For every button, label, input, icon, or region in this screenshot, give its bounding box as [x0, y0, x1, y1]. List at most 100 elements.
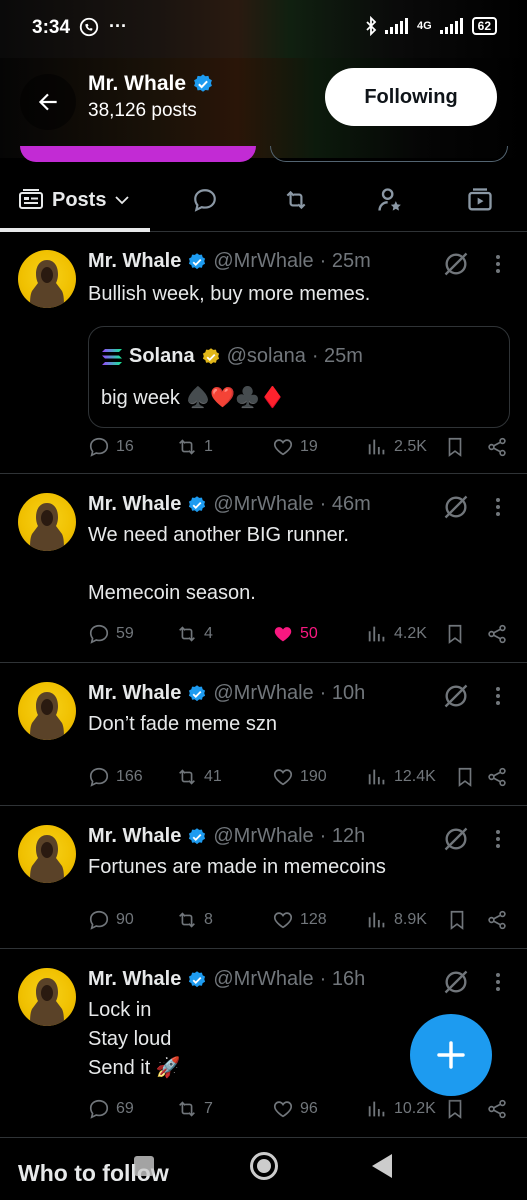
- tweet[interactable]: Mr. Whale @MrWhale · 25m Bullish week, b…: [0, 232, 527, 474]
- repost-count: 41: [204, 768, 222, 785]
- chevron-down-icon: [115, 196, 130, 205]
- reply-button[interactable]: 69: [88, 1094, 134, 1124]
- author-name[interactable]: Mr. Whale: [88, 250, 181, 273]
- grok-icon[interactable]: [442, 825, 470, 853]
- more-icon[interactable]: [490, 252, 506, 276]
- compose-button[interactable]: [410, 1014, 492, 1096]
- avatar[interactable]: [18, 825, 76, 883]
- repost-button[interactable]: 41: [176, 762, 222, 792]
- tab-replies[interactable]: [192, 172, 218, 228]
- share-button[interactable]: [486, 905, 508, 935]
- reply-button[interactable]: 59: [88, 619, 134, 649]
- share-button[interactable]: [486, 762, 508, 792]
- status-bar: 3:34 ··· 4G 62: [0, 0, 527, 58]
- like-button[interactable]: 190: [272, 762, 327, 792]
- tab-media[interactable]: [466, 172, 494, 228]
- author-handle[interactable]: @MrWhale: [213, 825, 313, 848]
- repost-button[interactable]: 8: [176, 905, 213, 935]
- reply-count: 59: [116, 625, 134, 642]
- more-icon[interactable]: [490, 970, 506, 994]
- signal-2-icon: [439, 18, 463, 34]
- bookmark-button[interactable]: [444, 432, 466, 462]
- more-icon[interactable]: [490, 495, 506, 519]
- share-button[interactable]: [486, 432, 508, 462]
- bookmark-button[interactable]: [444, 1094, 466, 1124]
- author-name[interactable]: Mr. Whale: [88, 825, 181, 848]
- share-button[interactable]: [486, 619, 508, 649]
- bookmark-button[interactable]: [454, 762, 476, 792]
- like-button[interactable]: 50: [272, 619, 318, 649]
- more-icon[interactable]: [490, 827, 506, 851]
- views-button[interactable]: 8.9K: [366, 905, 427, 935]
- grok-icon[interactable]: [442, 682, 470, 710]
- author-name[interactable]: Mr. Whale: [88, 968, 181, 991]
- repost-button[interactable]: 7: [176, 1094, 213, 1124]
- quoted-tweet[interactable]: Solana @solana · 25m big week ♠️❤️♣️♦️: [88, 326, 510, 428]
- profile-secondary-button[interactable]: [270, 146, 508, 162]
- like-button[interactable]: 128: [272, 905, 327, 935]
- tweet-text: Bullish week, buy more memes.: [88, 283, 371, 305]
- avatar[interactable]: [18, 493, 76, 551]
- repost-button[interactable]: 4: [176, 619, 213, 649]
- tab-reposts[interactable]: [282, 172, 310, 228]
- author-handle[interactable]: @MrWhale: [213, 682, 313, 705]
- repost-icon: [179, 626, 195, 642]
- back-button[interactable]: [20, 74, 76, 130]
- tweet-actions: 16 1 19 2.5K: [88, 432, 508, 462]
- reply-button[interactable]: 166: [88, 762, 143, 792]
- tweet-text-line: [88, 550, 349, 579]
- bookmark-button[interactable]: [444, 619, 466, 649]
- views-button[interactable]: 4.2K: [366, 619, 427, 649]
- view-count: 10.2K: [394, 1100, 436, 1117]
- bookmark-button[interactable]: [446, 905, 468, 935]
- repost-icon: [179, 1101, 195, 1117]
- tweet-time[interactable]: · 10h: [320, 682, 366, 705]
- share-button[interactable]: [486, 1094, 508, 1124]
- author-name[interactable]: Mr. Whale: [88, 682, 181, 705]
- grok-icon[interactable]: [442, 493, 470, 521]
- tweet-time[interactable]: · 12h: [320, 825, 366, 848]
- tweet[interactable]: Mr. Whale @MrWhale · 10h Don’t fade meme…: [0, 664, 527, 806]
- author-handle[interactable]: @MrWhale: [213, 493, 313, 516]
- following-button[interactable]: Following: [325, 68, 497, 126]
- author-handle[interactable]: @MrWhale: [213, 250, 313, 273]
- reply-button[interactable]: 16: [88, 432, 134, 462]
- like-count: 50: [300, 625, 318, 642]
- profile-header: Mr. Whale 38,126 posts Following: [0, 58, 527, 162]
- tweet[interactable]: Mr. Whale @MrWhale · 46m We need another…: [0, 475, 527, 663]
- verified-icon: [194, 74, 212, 92]
- home-button[interactable]: [250, 1152, 278, 1180]
- more-icon[interactable]: [490, 684, 506, 708]
- reply-count: 166: [116, 768, 143, 785]
- tab-posts[interactable]: Posts: [18, 172, 130, 228]
- views-button[interactable]: 12.4K: [366, 762, 436, 792]
- tab-highlights[interactable]: [376, 172, 404, 228]
- avatar[interactable]: [18, 250, 76, 308]
- avatar[interactable]: [18, 682, 76, 740]
- like-button[interactable]: 96: [272, 1094, 318, 1124]
- author-handle[interactable]: @MrWhale: [213, 968, 313, 991]
- tweet-time[interactable]: · 46m: [320, 493, 371, 516]
- recent-apps-button[interactable]: [134, 1156, 154, 1176]
- share-icon: [488, 767, 506, 787]
- like-button[interactable]: 19: [272, 432, 318, 462]
- repost-button[interactable]: 1: [176, 432, 213, 462]
- system-back-button[interactable]: [372, 1154, 392, 1178]
- gold-verified-icon: [202, 347, 219, 364]
- avatar[interactable]: [18, 968, 76, 1026]
- like-icon: [273, 769, 293, 786]
- status-more-dots: ···: [109, 16, 127, 36]
- views-button[interactable]: 10.2K: [366, 1094, 436, 1124]
- profile-action-button[interactable]: [20, 146, 256, 162]
- media-icon: [468, 188, 492, 211]
- views-button[interactable]: 2.5K: [366, 432, 427, 462]
- tweet[interactable]: Mr. Whale @MrWhale · 12h Fortunes are ma…: [0, 807, 527, 949]
- grok-icon[interactable]: [442, 250, 470, 278]
- tweet-time[interactable]: · 25m: [320, 250, 371, 273]
- reply-button[interactable]: 90: [88, 905, 134, 935]
- tweet-time[interactable]: · 16h: [320, 968, 366, 991]
- reposts-tab-icon: [286, 190, 306, 210]
- header-name-row: Mr. Whale: [88, 72, 214, 96]
- grok-icon[interactable]: [442, 968, 470, 996]
- author-name[interactable]: Mr. Whale: [88, 493, 181, 516]
